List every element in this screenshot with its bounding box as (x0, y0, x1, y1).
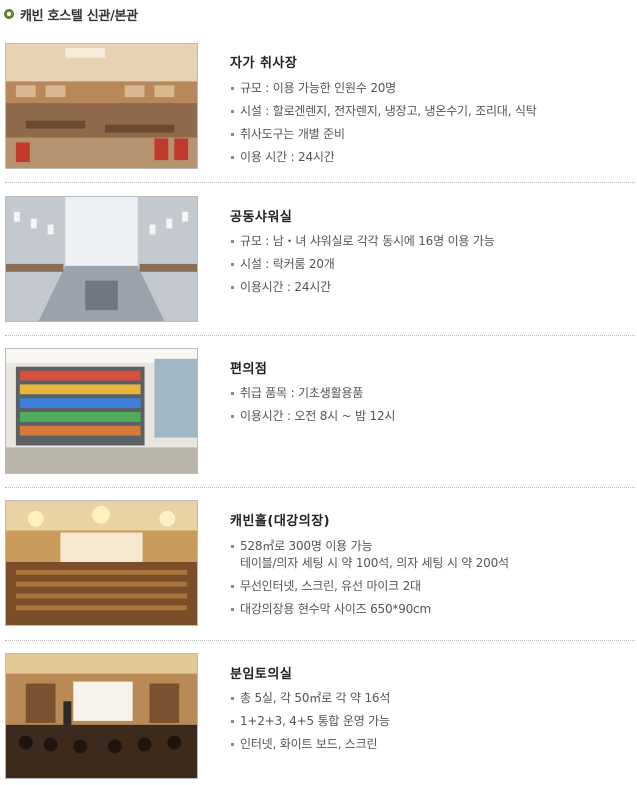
square-bullet-icon (231, 545, 234, 548)
section-divider (5, 182, 635, 183)
facility-name: 자가 취사장 (230, 56, 298, 71)
facility-details: 취급 품목 : 기초생활용품 이용시간 : 오전 8시 ~ 밤 12시 (230, 385, 395, 431)
facility-details: 총 5실, 각 50㎡로 각 약 16석 1+2+3, 4+5 통합 운영 가능… (230, 690, 390, 759)
detail-item: 시설 : 락커룸 20개 (230, 256, 495, 273)
facility-name: 공동샤워실 (230, 210, 293, 225)
detail-item: 이용시간 : 24시간 (230, 279, 495, 296)
cabin-hall-photo (5, 500, 198, 626)
shower-room-photo (5, 196, 198, 322)
square-bullet-icon (231, 286, 234, 289)
facility-details: 528㎡로 300명 이용 가능 테이블/의자 세팅 시 약 100석, 의자 세… (230, 538, 509, 624)
square-bullet-icon (231, 87, 234, 90)
square-bullet-icon (231, 240, 234, 243)
detail-item: 이용 시간 : 24시간 (230, 149, 537, 166)
detail-item: 이용시간 : 오전 8시 ~ 밤 12시 (230, 408, 395, 425)
detail-item: 총 5실, 각 50㎡로 각 약 16석 (230, 690, 390, 707)
detail-item: 인터넷, 화이트 보드, 스크린 (230, 736, 390, 753)
detail-item: 취급 품목 : 기초생활용품 (230, 385, 395, 402)
detail-item: 규모 : 남・녀 샤워실로 각각 동시에 16명 이용 가능 (230, 233, 495, 250)
detail-item: 시설 : 할로겐렌지, 전자렌지, 냉장고, 냉온수기, 조리대, 식탁 (230, 103, 537, 120)
facility-name: 분임토의실 (230, 667, 293, 682)
seminar-room-photo (5, 653, 198, 779)
page-header: 캐빈 호스텔 신관/본관 (4, 4, 138, 24)
square-bullet-icon (231, 415, 234, 418)
detail-item: 1+2+3, 4+5 통합 운영 가능 (230, 713, 390, 730)
square-bullet-icon (231, 608, 234, 611)
circle-bullet-icon (4, 9, 14, 19)
square-bullet-icon (231, 720, 234, 723)
section-divider (5, 640, 635, 641)
square-bullet-icon (231, 110, 234, 113)
convenience-store-photo (5, 348, 198, 474)
section-divider (5, 335, 635, 336)
kitchen-photo (5, 43, 198, 169)
square-bullet-icon (231, 133, 234, 136)
square-bullet-icon (231, 743, 234, 746)
section-divider (5, 487, 635, 488)
facility-details: 규모 : 남・녀 샤워실로 각각 동시에 16명 이용 가능 시설 : 락커룸 … (230, 233, 495, 302)
detail-item: 무선인터넷, 스크린, 유선 마이크 2대 (230, 578, 509, 595)
square-bullet-icon (231, 263, 234, 266)
facility-name: 편의점 (230, 362, 268, 377)
square-bullet-icon (231, 697, 234, 700)
detail-item: 취사도구는 개별 준비 (230, 126, 537, 143)
detail-item: 대강의장용 현수막 사이즈 650*90cm (230, 601, 509, 618)
square-bullet-icon (231, 156, 234, 159)
square-bullet-icon (231, 585, 234, 588)
detail-item: 규모 : 이용 가능한 인원수 20명 (230, 80, 537, 97)
square-bullet-icon (231, 392, 234, 395)
facility-details: 규모 : 이용 가능한 인원수 20명 시설 : 할로겐렌지, 전자렌지, 냉장… (230, 80, 537, 172)
detail-item: 528㎡로 300명 이용 가능 테이블/의자 세팅 시 약 100석, 의자 세… (230, 538, 509, 572)
facility-name: 캐빈홀(대강의장) (230, 514, 331, 529)
page-title: 캐빈 호스텔 신관/본관 (20, 8, 138, 24)
